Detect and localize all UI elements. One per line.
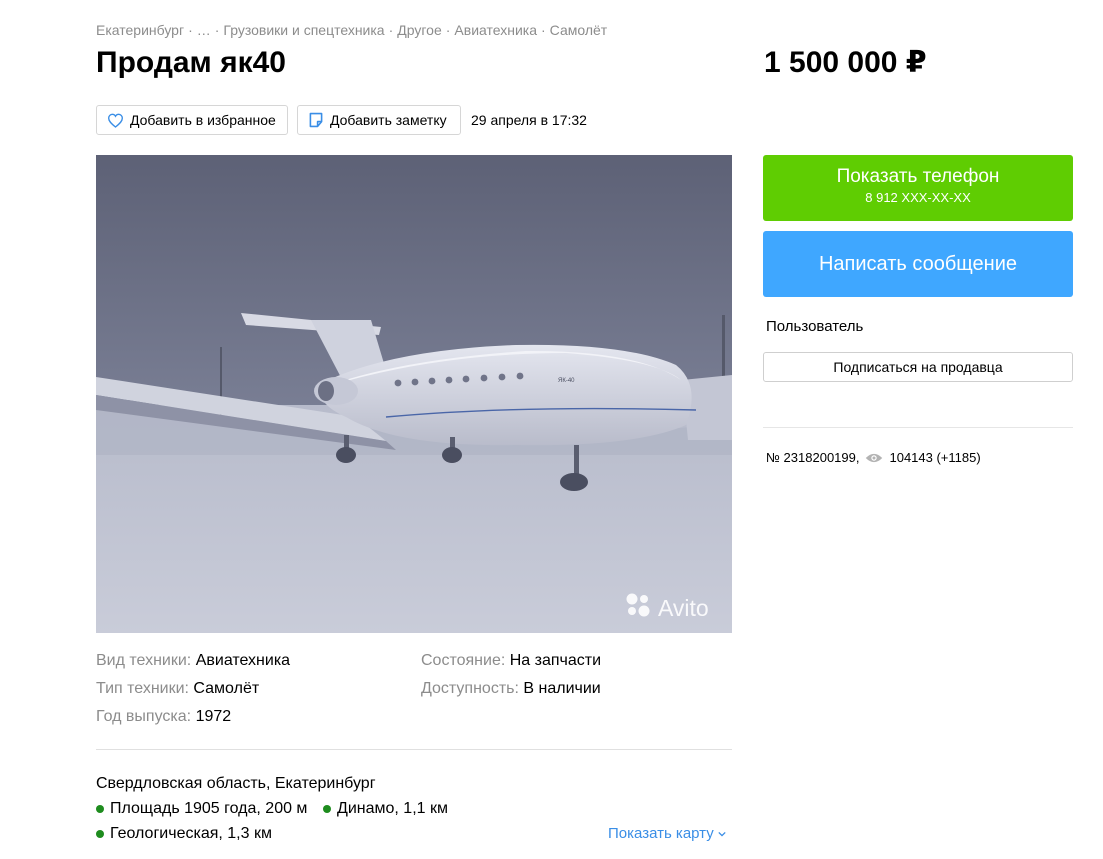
metro-station: Геологическая, 1,3 км <box>96 825 272 843</box>
write-message-button[interactable]: Написать сообщение <box>763 231 1073 297</box>
param-item: Тип техники: Самолёт <box>96 680 259 698</box>
param-key: Год выпуска: <box>96 708 192 725</box>
param-item: Состояние: На запчасти <box>421 652 601 670</box>
breadcrumb-separator: · <box>188 22 193 38</box>
breadcrumb-separator: · <box>214 22 220 38</box>
heart-icon <box>107 113 124 128</box>
address: Свердловская область, Екатеринбург <box>96 775 376 792</box>
price: 1 500 000 ₽ <box>764 46 927 79</box>
breadcrumb-separator: · <box>388 22 394 38</box>
add-note-label: Добавить заметку <box>330 112 447 128</box>
seller-name[interactable]: Пользователь <box>766 318 863 335</box>
aircraft-marking: ЯК-40 <box>558 378 575 384</box>
breadcrumb-separator: · <box>541 22 546 38</box>
breadcrumb-item-other[interactable]: Другое <box>397 22 441 38</box>
param-item: Год выпуска: 1972 <box>96 708 231 726</box>
divider <box>96 749 732 750</box>
param-item: Вид техники: Авиатехника <box>96 652 290 670</box>
masked-phone-number: 8 912 XXX-XX-XX <box>865 190 971 205</box>
metro-dot-icon <box>96 805 104 813</box>
breadcrumb: Екатеринбург ·… · Грузовики и спецтехника · Д… <box>96 22 607 38</box>
show-map-link[interactable]: Показать карту <box>608 825 726 842</box>
listing-photo[interactable]: ЯК-40 Avito <box>96 155 732 633</box>
breadcrumb-separator: · <box>445 22 451 38</box>
param-value: Авиатехника <box>195 652 291 669</box>
param-key: Доступность: <box>421 680 519 697</box>
metro-station-name: Динамо, 1,1 км <box>337 800 448 817</box>
show-phone-button[interactable]: Показать телефон 8 912 XXX-XX-XX <box>763 155 1073 221</box>
metro-station-name: Геологическая, 1,3 км <box>110 825 272 842</box>
publish-date: 29 апреля в 17:32 <box>471 112 587 128</box>
subscribe-seller-button[interactable]: Подписаться на продавца <box>763 352 1073 382</box>
listing-stats: № 2318200199, 104143 (+1185) <box>766 450 981 465</box>
divider <box>763 427 1073 428</box>
chevron-down-icon <box>718 825 726 842</box>
metro-dot-icon <box>96 830 104 838</box>
show-phone-label: Показать телефон <box>836 166 1000 187</box>
eye-icon <box>865 452 883 464</box>
add-to-favorites-button[interactable]: Добавить в избранное <box>96 105 288 135</box>
param-key: Вид техники: <box>96 652 192 669</box>
breadcrumb-item-plane[interactable]: Самолёт <box>550 22 608 38</box>
metro-station: Площадь 1905 года, 200 м <box>96 800 307 818</box>
param-key: Состояние: <box>421 652 506 669</box>
param-item: Доступность: В наличии <box>421 680 601 698</box>
param-value: Самолёт <box>193 680 260 697</box>
add-to-favorites-label: Добавить в избранное <box>130 112 276 128</box>
breadcrumb-item-ellipsis[interactable]: … <box>197 22 211 38</box>
page-title: Продам як40 <box>96 46 286 79</box>
metro-station-name: Площадь 1905 года, 200 м <box>110 800 308 817</box>
add-note-button[interactable]: Добавить заметку <box>297 105 461 135</box>
param-value: 1972 <box>195 708 232 725</box>
param-value: На запчасти <box>509 652 602 669</box>
ad-number: № 2318200199, <box>766 450 860 465</box>
show-map-label: Показать карту <box>608 825 714 842</box>
param-value: В наличии <box>523 680 601 697</box>
breadcrumb-item-aviation[interactable]: Авиатехника <box>454 22 537 38</box>
avito-watermark: Avito <box>658 595 709 621</box>
metro-station: Динамо, 1,1 км <box>323 800 448 818</box>
metro-dot-icon <box>323 805 331 813</box>
param-key: Тип техники: <box>96 680 189 697</box>
breadcrumb-item-city[interactable]: Екатеринбург <box>96 22 184 38</box>
breadcrumb-item-trucks[interactable]: Грузовики и спецтехника <box>223 22 384 38</box>
note-icon <box>308 112 324 128</box>
view-count: 104143 (+1185) <box>889 450 981 465</box>
